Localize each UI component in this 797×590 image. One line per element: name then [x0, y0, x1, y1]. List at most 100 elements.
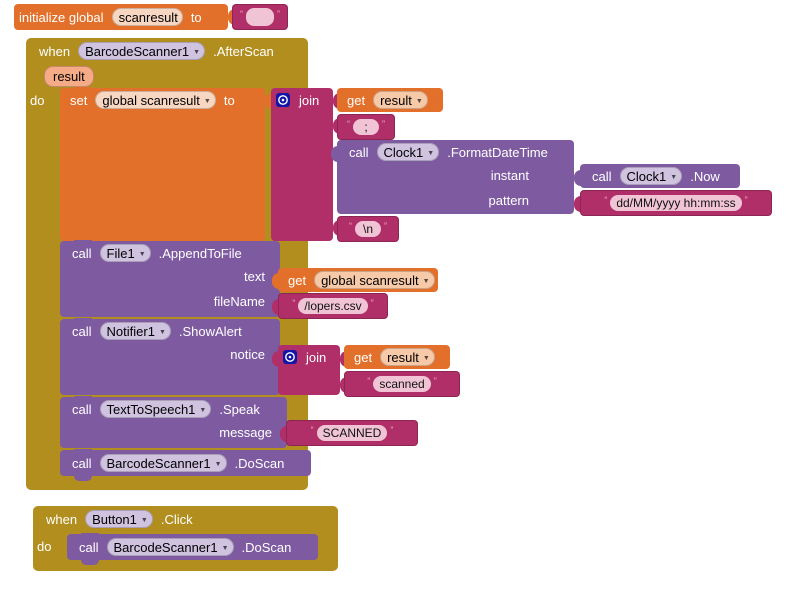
- component-selector-clock1[interactable]: Clock1 ▼: [619, 167, 683, 185]
- close-quote-icon: ”: [390, 425, 394, 435]
- join-keyword: join: [299, 92, 320, 108]
- event-parameter-result[interactable]: result: [44, 66, 94, 87]
- block-get-result-1[interactable]: get result ▼: [337, 88, 443, 112]
- block-top-notch: [74, 240, 92, 245]
- method-name-doscan: .DoScan: [241, 539, 292, 555]
- chevron-down-icon: ▼: [214, 460, 222, 468]
- set-keyword: set: [70, 92, 88, 108]
- block-bottom-notch: [81, 560, 99, 565]
- block-call-barcodescanner1-doscan-1[interactable]: call BarcodeScanner1 ▼ .DoScan: [60, 449, 311, 481]
- close-quote-icon: ”: [382, 119, 385, 129]
- chevron-down-icon: ▼: [158, 328, 166, 336]
- component-selector-clock1[interactable]: Clock1 ▼: [376, 143, 440, 161]
- open-quote-icon: “: [240, 9, 243, 19]
- join-keyword: join: [306, 349, 327, 365]
- block-call-texttospeech1-speak[interactable]: call TextToSpeech1 ▼ .Speak message: [60, 396, 287, 448]
- component-selector-barcodescanner1[interactable]: BarcodeScanner1 ▼: [106, 538, 234, 556]
- close-quote-icon: ”: [277, 9, 280, 19]
- event-header-afterscan[interactable]: when BarcodeScanner1 ▼ .AfterScan: [26, 38, 308, 64]
- chevron-down-icon: ▼: [203, 97, 211, 105]
- text-value-field[interactable]: scanned: [373, 376, 431, 392]
- call-keyword: call: [592, 168, 612, 184]
- open-quote-icon: “: [310, 425, 314, 435]
- call-keyword: call: [349, 144, 369, 160]
- text-block-semicolon[interactable]: “ ; ”: [337, 114, 395, 140]
- variable-selector-result[interactable]: result ▼: [380, 348, 435, 366]
- block-join-scanresult[interactable]: join: [271, 88, 333, 241]
- text-block-scanned[interactable]: “ scanned ”: [344, 371, 460, 397]
- block-top-notch: [74, 396, 92, 401]
- chevron-down-icon: ▼: [670, 173, 678, 181]
- component-selector-barcodescanner1[interactable]: BarcodeScanner1 ▼: [78, 42, 206, 60]
- component-selector-barcodescanner1[interactable]: BarcodeScanner1 ▼: [99, 454, 227, 472]
- event-name-click: .Click: [160, 511, 193, 527]
- initialize-global-keyword: initialize global: [19, 9, 104, 25]
- text-value-field[interactable]: ;: [353, 119, 379, 135]
- open-quote-icon: “: [292, 298, 296, 308]
- method-name-formatdatetime: .FormatDateTime: [447, 144, 548, 160]
- component-selector-texttospeech1[interactable]: TextToSpeech1 ▼: [99, 400, 212, 418]
- method-name-doscan: .DoScan: [234, 455, 285, 471]
- get-keyword: get: [354, 349, 373, 365]
- blocks-workspace[interactable]: initialize global scanresult to “ ” when…: [0, 0, 797, 590]
- text-block-spoken-message[interactable]: “ SCANNED ”: [286, 420, 418, 446]
- call-keyword: call: [72, 455, 92, 471]
- variable-selector-global-scanresult[interactable]: global scanresult ▼: [314, 271, 435, 289]
- block-top-notch: [74, 318, 92, 323]
- block-set-global-scanresult[interactable]: set global scanresult ▼ to: [60, 87, 265, 241]
- arg-label-message: message: [219, 425, 272, 440]
- method-name-speak: .Speak: [219, 401, 260, 417]
- close-quote-icon: ”: [433, 376, 437, 386]
- event-name-afterscan: .AfterScan: [213, 43, 274, 59]
- text-value-field[interactable]: /lopers.csv: [298, 298, 368, 314]
- text-value-field[interactable]: \n: [355, 221, 381, 237]
- block-get-result-2[interactable]: get result ▼: [344, 345, 450, 369]
- chevron-down-icon: ▼: [415, 97, 423, 105]
- chevron-down-icon: ▼: [422, 354, 430, 362]
- block-initialize-global-scanresult[interactable]: initialize global scanresult to: [14, 4, 228, 30]
- do-label-afterscan: do: [30, 93, 45, 108]
- block-call-notifier1-showalert[interactable]: call Notifier1 ▼ .ShowAlert notice: [60, 318, 280, 395]
- block-call-barcodescanner1-doscan-2[interactable]: call BarcodeScanner1 ▼ .DoScan: [67, 533, 318, 565]
- component-selector-notifier1[interactable]: Notifier1 ▼: [99, 322, 171, 340]
- do-label-button1-click: do: [37, 539, 52, 554]
- chevron-down-icon: ▼: [140, 516, 148, 524]
- component-selector-file1[interactable]: File1 ▼: [99, 244, 151, 262]
- method-name-now: .Now: [690, 168, 720, 184]
- text-block-filename[interactable]: “ /lopers.csv ”: [278, 293, 388, 319]
- to-keyword: to: [223, 92, 235, 108]
- component-selector-button1[interactable]: Button1 ▼: [85, 510, 153, 528]
- open-quote-icon: “: [367, 376, 371, 386]
- block-call-clock1-now[interactable]: call Clock1 ▼ .Now: [580, 164, 740, 188]
- open-quote-icon: “: [604, 195, 608, 205]
- block-top-notch: [81, 533, 99, 538]
- block-call-clock1-formatdatetime[interactable]: call Clock1 ▼ .FormatDateTime instant pa…: [337, 140, 574, 214]
- mutator-gear-icon[interactable]: [283, 350, 297, 364]
- block-get-global-scanresult[interactable]: get global scanresult ▼: [278, 268, 438, 292]
- text-block-newline[interactable]: “ \n ”: [337, 216, 399, 242]
- text-value-field[interactable]: dd/MM/yyyy hh:mm:ss: [610, 195, 742, 211]
- arg-label-pattern: pattern: [488, 193, 529, 208]
- arg-label-notice: notice: [230, 347, 265, 362]
- mutator-gear-icon[interactable]: [276, 93, 290, 107]
- call-keyword: call: [72, 245, 92, 261]
- text-block-datetime-pattern[interactable]: “ dd/MM/yyyy hh:mm:ss ”: [580, 190, 772, 216]
- to-keyword: to: [190, 9, 202, 25]
- when-keyword: when: [46, 511, 78, 527]
- chevron-down-icon: ▼: [221, 544, 229, 552]
- variable-selector-global-scanresult[interactable]: global scanresult ▼: [95, 91, 216, 109]
- method-name-showalert: .ShowAlert: [178, 323, 242, 339]
- variable-selector-result[interactable]: result ▼: [373, 91, 428, 109]
- block-call-file1-appendtofile[interactable]: call File1 ▼ .AppendToFile text fileName: [60, 240, 280, 317]
- text-block-empty-string[interactable]: “ ”: [232, 4, 288, 30]
- global-variable-name-field[interactable]: scanresult: [111, 8, 183, 26]
- block-join-notice[interactable]: join: [278, 345, 340, 395]
- text-value-field[interactable]: [246, 8, 274, 26]
- chevron-down-icon: ▼: [422, 277, 430, 285]
- arg-label-filename: fileName: [213, 294, 265, 309]
- call-keyword: call: [72, 323, 92, 339]
- text-value-field[interactable]: SCANNED: [316, 425, 388, 441]
- block-top-notch: [74, 449, 92, 454]
- event-header-button1-click[interactable]: when Button1 ▼ .Click: [33, 506, 338, 532]
- when-keyword: when: [39, 43, 71, 59]
